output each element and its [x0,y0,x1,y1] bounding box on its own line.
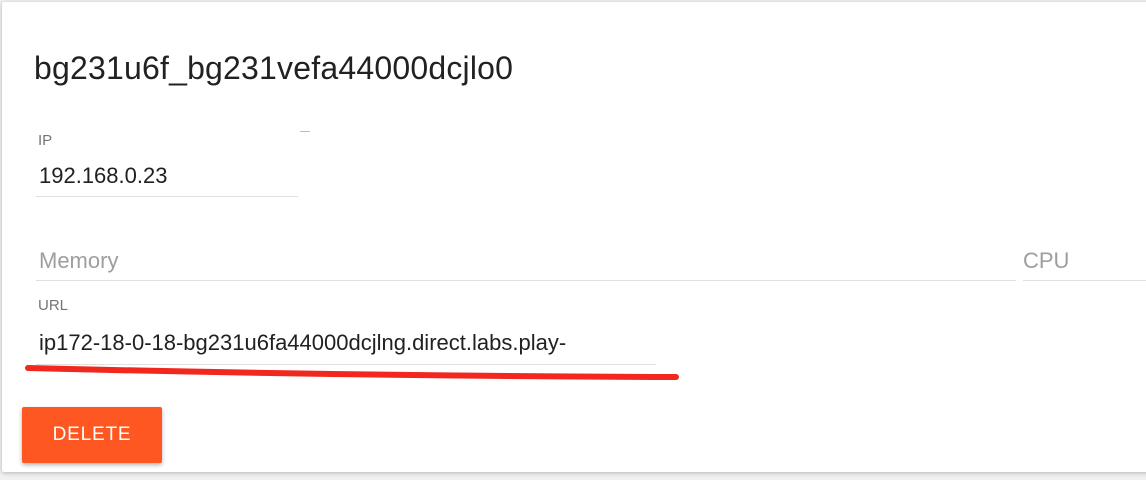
separator-dash [300,131,310,132]
cpu-field[interactable]: CPU [1023,248,1069,274]
url-field[interactable]: ip172-18-0-18-bg231u6fa44000dcjlng.direc… [39,330,566,356]
instance-title: bg231u6f_bg231vefa44000dcjlo0 [34,50,514,86]
cpu-field-underline [1023,280,1146,281]
ip-field[interactable]: 192.168.0.23 [39,163,167,189]
memory-field[interactable]: Memory [39,248,118,274]
delete-button[interactable]: DELETE [22,407,162,463]
url-field-underline [36,364,656,365]
memory-field-underline [36,280,1016,281]
instance-card: bg231u6f_bg231vefa44000dcjlo0 IP 192.168… [2,2,1146,472]
ip-field-underline [36,196,298,197]
ip-label: IP [38,132,53,149]
url-label: URL [38,297,69,314]
